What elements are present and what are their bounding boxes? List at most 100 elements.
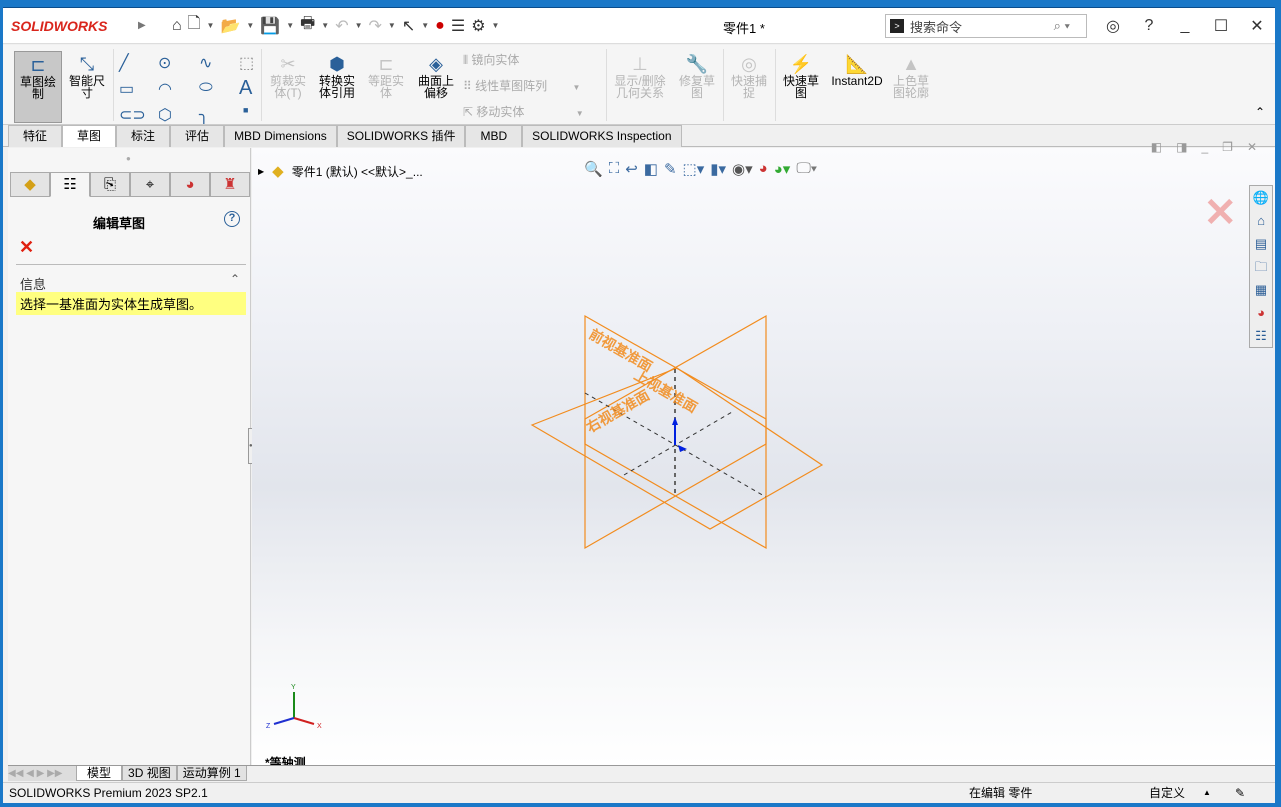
trim-label: 剪裁实体(T) (265, 75, 311, 99)
undo-icon[interactable]: ↶ (335, 16, 348, 36)
save-icon[interactable]: 💾 (260, 16, 280, 36)
show-relations-button[interactable]: ⊥显示/删除几何关系 (610, 53, 670, 99)
tab-3d-views[interactable]: 3D 视图 (122, 766, 177, 781)
tab-markup[interactable]: 标注 (116, 125, 170, 147)
open-file-icon[interactable]: 📂 (220, 16, 240, 36)
repair-sketch-button[interactable]: 🔧修复草图 (675, 53, 719, 99)
bottom-tabs: ◀◀ ◀ ▶ ▶▶ 模型 3D 视图 运动算例 1 (8, 765, 1275, 781)
redo-icon[interactable]: ↷ (369, 16, 382, 36)
offset-entities-button[interactable]: ⊏等距实体 (363, 53, 409, 99)
search-commands-input[interactable]: >搜索命令⌕ ▾ (885, 14, 1087, 38)
chevron-down-icon[interactable]: ▼ (321, 21, 329, 30)
chevron-down-icon[interactable]: ▼ (492, 21, 500, 30)
collapse-chevron-icon[interactable]: ⌃ (230, 272, 240, 286)
chevron-down-icon[interactable]: ▼ (286, 21, 294, 30)
quick-snap-label: 快速捕捉 (729, 75, 769, 99)
fillet-icon[interactable]: ╮ (199, 105, 209, 125)
print-icon[interactable]: 🖶 (300, 12, 315, 39)
feature-manager-tab[interactable]: ◆ (10, 172, 50, 197)
search-icon[interactable]: ⌕ ▾ (1054, 18, 1070, 34)
status-bar: SOLIDWORKS Premium 2023 SP2.1 在编辑 零件 自定义… (3, 782, 1275, 803)
tab-solidworks-inspection[interactable]: SOLIDWORKS Inspection (522, 125, 681, 147)
chevron-down-icon[interactable]: ▼ (246, 21, 254, 30)
close-button[interactable]: ✕ (1239, 16, 1275, 36)
splitter-handle[interactable]: ● (126, 154, 131, 163)
offset-on-surface-button[interactable]: ◈曲面上偏移 (413, 53, 459, 99)
chevron-down-icon[interactable]: ▼ (207, 21, 215, 30)
slot-icon[interactable]: ⊂⊃ (119, 105, 146, 125)
mirror-entities-button[interactable]: ⫴ 镜向实体 (463, 51, 519, 68)
point-icon[interactable]: ■ (243, 105, 248, 115)
new-file-icon[interactable]: 🗋 (188, 12, 201, 39)
sketch-icon: ⊏ (15, 54, 61, 76)
rapid-sketch-button[interactable]: ⚡快速草图 (779, 53, 823, 99)
chevron-down-icon[interactable]: ▼ (421, 21, 429, 30)
convert-label: 转换实体引用 (314, 75, 360, 99)
chevron-down-icon[interactable]: ▼ (355, 21, 363, 30)
tab-mbd-dimensions[interactable]: MBD Dimensions (224, 125, 337, 147)
terminal-icon: > (890, 19, 904, 33)
surface-offset-label: 曲面上偏移 (413, 75, 459, 99)
quick-access-toolbar: ⌂ 🗋 ▼ 📂 ▼ 💾 ▼ 🖶 ▼ ↶ ▼ ↷ ▼ ↖ ▼ ● ☰ ⚙ ▼ (172, 12, 499, 39)
home-icon[interactable]: ⌂ (172, 17, 182, 35)
user-account-icon[interactable]: ◎ (1095, 16, 1131, 36)
cam-tab[interactable]: ♜ (210, 172, 250, 197)
select-cursor-icon[interactable]: ↖ (402, 16, 415, 36)
help-icon[interactable]: ? (1131, 17, 1167, 35)
construction-rect-icon[interactable]: ⬚ (239, 53, 254, 73)
dimxpert-manager-tab[interactable]: ⌖ (130, 172, 170, 197)
rebuild-status-icon[interactable]: ✎ (1235, 783, 1245, 803)
right-plane-label: 右视基准面 (583, 387, 653, 437)
quick-snaps-button[interactable]: ◎快速捕捉 (727, 53, 771, 99)
shaded-label: 上色草图轮廓 (891, 75, 931, 99)
options-gear-icon[interactable]: ⚙ (471, 16, 485, 36)
file-properties-icon[interactable]: ☰ (451, 16, 465, 36)
property-manager-tab[interactable]: ☷ (50, 172, 90, 197)
rebuild-traffic-light-icon[interactable]: ● (435, 17, 445, 35)
text-icon[interactable]: A (239, 77, 252, 100)
polygon-icon[interactable]: ⬡ (158, 105, 172, 125)
linear-pattern-button[interactable]: ⠿ 线性草图阵列 ▼ (463, 77, 580, 94)
display-manager-tab[interactable]: ◕ (170, 172, 210, 197)
maximize-button[interactable]: ☐ (1203, 16, 1239, 36)
tab-motion-study[interactable]: 运动算例 1 (177, 766, 247, 781)
tab-features[interactable]: 特征 (8, 125, 62, 147)
move-entities-button[interactable]: ⇱ 移动实体 ▼ (463, 103, 584, 120)
trim-entities-button[interactable]: ✂剪裁实体(T) (265, 53, 311, 99)
rectangle-icon[interactable]: ▭ (119, 79, 134, 99)
tab-scroll-arrows[interactable]: ◀◀ ◀ ▶ ▶▶ (8, 766, 76, 781)
graphics-area[interactable]: ▶◆零件1 (默认) <<默认>_... 🔍⛶↩◧✎⬚▾▮▾◉▾◕◕▾🖵▾ ◧◨… (252, 148, 1275, 765)
cancel-x-icon[interactable]: ✕ (19, 237, 34, 258)
ellipse-icon[interactable]: ⬭ (199, 79, 213, 97)
collapse-ribbon-icon[interactable]: ⌃ (1255, 105, 1265, 119)
reference-planes: 前视基准面 上视基准面 右视基准面 Y X Z (252, 148, 1275, 765)
line-icon[interactable]: ╱ (119, 53, 129, 73)
instant2d-label: Instant2D (827, 75, 887, 87)
configuration-manager-tab[interactable]: ⎘ (90, 172, 130, 197)
units-chevron-icon[interactable]: ▲ (1203, 783, 1211, 803)
sketch-button[interactable]: ⊏草图绘制 (14, 51, 62, 123)
convert-entities-button[interactable]: ⬢转换实体引用 (314, 53, 360, 99)
surface-offset-icon: ◈ (413, 53, 459, 75)
offset-icon: ⊏ (363, 53, 409, 75)
version-text: SOLIDWORKS Premium 2023 SP2.1 (9, 783, 208, 803)
units-selector[interactable]: 自定义 (1149, 783, 1185, 803)
svg-text:Y: Y (291, 684, 296, 691)
tab-sketch[interactable]: 草图 (62, 125, 116, 147)
tab-solidworks-addins[interactable]: SOLIDWORKS 插件 (337, 125, 466, 147)
help-icon[interactable]: ? (224, 211, 240, 227)
info-section-header[interactable]: 信息 (20, 274, 46, 293)
chevron-down-icon[interactable]: ▼ (388, 21, 396, 30)
scissors-icon: ✂ (265, 53, 311, 75)
circle-icon[interactable]: ⊙ (158, 53, 171, 73)
arc-icon[interactable]: ◠ (158, 79, 172, 99)
tab-mbd[interactable]: MBD (465, 125, 522, 147)
shaded-sketch-contours-button[interactable]: ▲上色草图轮廓 (889, 53, 933, 99)
spline-icon[interactable]: ∿ (199, 53, 212, 73)
minimize-button[interactable]: _ (1167, 17, 1203, 35)
instant2d-button[interactable]: 📐Instant2D (827, 53, 887, 87)
tab-evaluate[interactable]: 评估 (170, 125, 224, 147)
expand-menu-icon[interactable]: ▶ (138, 20, 152, 31)
tab-model[interactable]: 模型 (76, 766, 122, 781)
smart-dimension-button[interactable]: ⤡智能尺寸 (65, 53, 109, 99)
